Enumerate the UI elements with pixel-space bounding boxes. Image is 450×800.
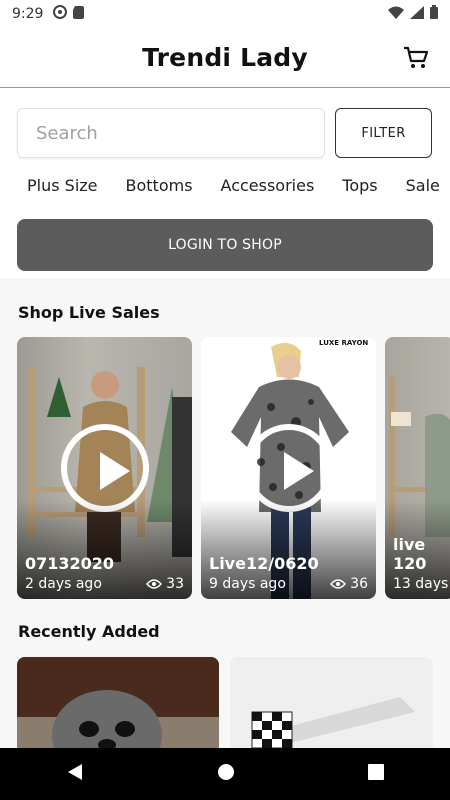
signal-icon	[410, 5, 424, 23]
login-to-shop-button[interactable]: LOGIN TO SHOP	[17, 219, 433, 271]
category-tops[interactable]: Tops	[342, 176, 377, 202]
app-header: Trendi Lady	[0, 28, 450, 88]
back-icon[interactable]	[66, 763, 84, 785]
filter-button[interactable]: FILTER	[335, 108, 432, 158]
status-bar: 9:29	[0, 0, 450, 28]
category-plus-size[interactable]: Plus Size	[27, 176, 98, 202]
sync-icon	[53, 5, 68, 23]
status-time: 9:29	[12, 6, 44, 22]
app-title: Trendi Lady	[142, 43, 308, 72]
wifi-icon	[388, 6, 404, 23]
product-image	[17, 657, 219, 748]
live-sale-date: 2 days ago	[25, 576, 102, 592]
cart-icon	[404, 46, 429, 68]
product-image	[230, 657, 433, 748]
live-sale-card[interactable]: live 120 13 days	[385, 337, 450, 599]
live-sale-name: 07132020	[25, 554, 115, 573]
cart-button[interactable]	[402, 44, 430, 72]
category-bottoms[interactable]: Bottoms	[126, 176, 193, 202]
system-nav-bar	[0, 748, 450, 800]
product-card[interactable]	[17, 657, 219, 748]
recents-icon[interactable]	[367, 764, 384, 784]
search-input[interactable]	[17, 108, 325, 158]
live-sale-name: Live12/0620	[209, 554, 319, 573]
views-count: 33	[146, 576, 184, 592]
category-tabs: Plus Size Bottoms Accessories Tops Sale	[27, 176, 450, 202]
views-value: 36	[350, 576, 368, 592]
views-count: 36	[330, 576, 368, 592]
eye-icon	[146, 579, 163, 589]
battery-icon	[430, 5, 438, 23]
search-row: FILTER	[17, 108, 433, 160]
live-sale-date: 9 days ago	[209, 576, 286, 592]
views-value: 33	[166, 576, 184, 592]
sdcard-icon	[73, 5, 85, 23]
live-sale-card[interactable]: 07132020 2 days ago 33	[17, 337, 192, 599]
recently-added-title: Recently Added	[18, 622, 160, 641]
live-sales-title: Shop Live Sales	[18, 303, 160, 322]
live-sale-name: live 120	[393, 535, 427, 573]
live-sale-card[interactable]: LUXE RAYON Live12/0620 9 days ago 36	[201, 337, 376, 599]
category-sale[interactable]: Sale	[406, 176, 440, 202]
live-sale-date: 13 days	[393, 576, 449, 592]
eye-icon	[330, 579, 347, 589]
brand-tag: LUXE RAYON	[319, 339, 368, 347]
product-card[interactable]	[230, 657, 433, 748]
home-icon[interactable]	[217, 763, 235, 785]
category-accessories[interactable]: Accessories	[221, 176, 315, 202]
